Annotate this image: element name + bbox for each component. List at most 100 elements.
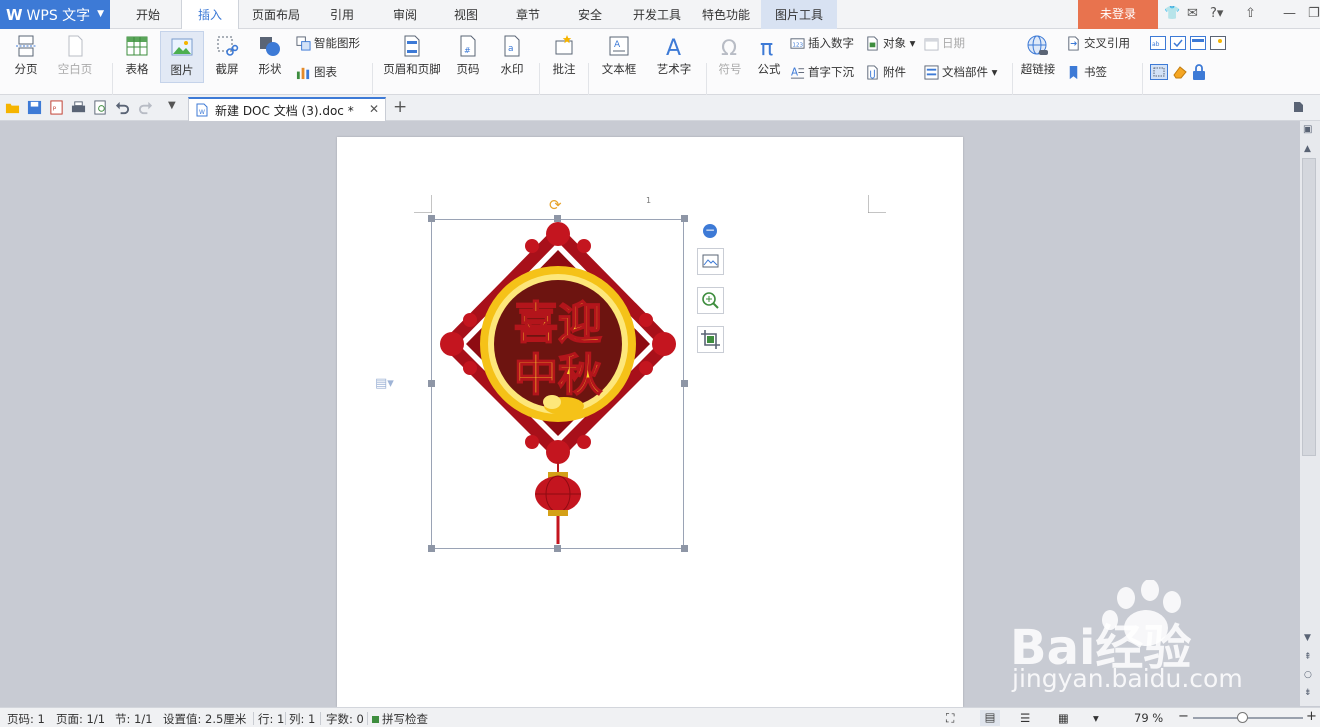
- resize-handle-bottom-left[interactable]: [428, 545, 435, 552]
- status-word-count[interactable]: 字数: 0: [326, 711, 364, 727]
- page-break-button[interactable]: 分页: [6, 31, 46, 77]
- zoom-in-icon[interactable]: +: [1306, 709, 1317, 724]
- upload-icon[interactable]: ⇧: [1245, 6, 1256, 21]
- cross-ref-button[interactable]: 交叉引用: [1066, 35, 1130, 51]
- paragraph-layout-icon[interactable]: ▤▾: [375, 376, 394, 391]
- resize-handle-top[interactable]: [554, 215, 561, 222]
- form-shading-icon[interactable]: [1150, 64, 1168, 80]
- tab-picture-tools[interactable]: 图片工具: [761, 0, 837, 29]
- insert-number-button[interactable]: 123 插入数字: [790, 35, 854, 51]
- drop-cap-button[interactable]: A 首字下沉: [790, 64, 854, 80]
- zoom-slider-knob[interactable]: [1237, 712, 1248, 723]
- attachment-button[interactable]: 附件: [865, 64, 906, 80]
- redo-icon[interactable]: [138, 100, 153, 115]
- tab-features[interactable]: 特色功能: [695, 0, 757, 29]
- print-preview-icon[interactable]: [93, 100, 108, 115]
- resize-handle-bottom-right[interactable]: [681, 545, 688, 552]
- tab-section[interactable]: 章节: [504, 0, 552, 29]
- save-icon[interactable]: [27, 100, 42, 115]
- document-tab[interactable]: W 新建 DOC 文档 (3).doc * ✕: [188, 97, 386, 121]
- full-screen-icon[interactable]: ⛶: [946, 711, 954, 726]
- rotate-handle-icon[interactable]: ⟳: [549, 196, 562, 214]
- open-folder-icon[interactable]: [5, 100, 20, 115]
- smart-art-button[interactable]: 智能图形: [296, 35, 360, 51]
- lock-icon[interactable]: [1192, 64, 1206, 80]
- undo-icon[interactable]: [115, 100, 130, 115]
- restore-icon[interactable]: ❐: [1308, 6, 1320, 21]
- export-pdf-icon[interactable]: P: [49, 100, 64, 115]
- object-button[interactable]: 对象 ▾: [865, 35, 915, 51]
- zoom-slider[interactable]: [1193, 717, 1303, 719]
- tab-security[interactable]: 安全: [566, 0, 614, 29]
- scroll-down-icon[interactable]: ▼: [1304, 633, 1311, 643]
- tab-references[interactable]: 引用: [318, 0, 366, 29]
- select-browse-object-icon[interactable]: ○: [1304, 670, 1312, 680]
- login-button[interactable]: 未登录: [1078, 0, 1158, 29]
- minimize-icon[interactable]: —: [1283, 6, 1296, 21]
- previous-page-icon[interactable]: ⇞: [1304, 652, 1312, 662]
- tab-insert[interactable]: 插入: [181, 0, 239, 30]
- resize-handle-right[interactable]: [681, 380, 688, 387]
- skin-shirt-icon[interactable]: 👕: [1164, 6, 1180, 21]
- status-pages[interactable]: 页面: 1/1: [56, 711, 105, 727]
- zoom-level[interactable]: 79 %: [1134, 711, 1163, 725]
- resize-handle-bottom[interactable]: [554, 545, 561, 552]
- status-page[interactable]: 页码: 1: [7, 711, 45, 727]
- picture-button[interactable]: 图片: [160, 31, 204, 83]
- page-view-icon[interactable]: ▤: [980, 710, 1000, 726]
- word-art-button[interactable]: A 艺术字: [648, 31, 700, 77]
- symbol-button[interactable]: Ω 符号: [710, 31, 750, 77]
- tab-home[interactable]: 开始: [128, 0, 168, 29]
- spell-check-toggle[interactable]: 拼写检查: [372, 711, 428, 727]
- form-textbox-icon[interactable]: ab: [1150, 36, 1166, 50]
- date-button[interactable]: 日期: [924, 35, 965, 51]
- chart-button[interactable]: 图表: [296, 64, 337, 80]
- doc-side-icon[interactable]: [1292, 101, 1304, 113]
- zoom-out-icon[interactable]: −: [1178, 709, 1189, 724]
- tab-review[interactable]: 审阅: [381, 0, 429, 29]
- scrollbar-thumb[interactable]: [1302, 158, 1316, 456]
- customize-toolbar-icon[interactable]: ▼: [168, 100, 176, 111]
- split-view-icon[interactable]: ▣: [1303, 124, 1312, 135]
- doc-parts-button[interactable]: 文档部件 ▾: [924, 64, 997, 80]
- chat-icon[interactable]: ✉: [1187, 6, 1198, 21]
- eraser-icon[interactable]: [1172, 65, 1188, 79]
- hyperlink-button[interactable]: 超链接: [1016, 31, 1060, 77]
- next-page-icon[interactable]: ⇟: [1304, 688, 1312, 698]
- print-icon[interactable]: [71, 100, 86, 115]
- wps-app-menu-button[interactable]: W WPS 文字 ▼: [0, 0, 110, 29]
- outline-view-icon[interactable]: ☰: [1020, 711, 1030, 725]
- bookmark-button[interactable]: 书签: [1066, 64, 1107, 80]
- comment-button[interactable]: 批注: [546, 31, 582, 77]
- collapse-toolbar-icon[interactable]: −: [703, 224, 717, 238]
- tab-view[interactable]: 视图: [442, 0, 490, 29]
- equation-button[interactable]: π 公式: [752, 31, 786, 77]
- status-section[interactable]: 节: 1/1: [115, 711, 153, 727]
- close-tab-icon[interactable]: ✕: [369, 102, 379, 116]
- page-number-button[interactable]: # 页码: [448, 31, 488, 77]
- resize-handle-top-left[interactable]: [428, 215, 435, 222]
- shapes-button[interactable]: 形状: [250, 31, 290, 77]
- web-view-icon[interactable]: ▦: [1058, 711, 1069, 725]
- table-button[interactable]: 表格: [118, 31, 156, 77]
- screenshot-button[interactable]: 截屏: [206, 31, 248, 77]
- watermark-button[interactable]: a 水印: [492, 31, 532, 77]
- status-setting[interactable]: 设置值: 2.5厘米: [163, 711, 246, 727]
- form-checkbox-icon[interactable]: [1170, 36, 1186, 50]
- form-dropdown-icon[interactable]: [1190, 36, 1206, 50]
- new-tab-icon[interactable]: +: [393, 97, 407, 117]
- textbox-button[interactable]: A 文本框: [594, 31, 644, 77]
- zoom-preview-button[interactable]: [697, 287, 724, 314]
- help-icon[interactable]: ?▾: [1210, 6, 1223, 21]
- reading-mode-icon[interactable]: ▾: [1093, 711, 1099, 725]
- resize-handle-left[interactable]: [428, 380, 435, 387]
- scroll-up-icon[interactable]: ▲: [1304, 144, 1311, 154]
- layout-options-button[interactable]: [697, 248, 724, 275]
- tab-page-layout[interactable]: 页面布局: [245, 0, 307, 29]
- blank-page-button[interactable]: 空白页: [52, 31, 98, 77]
- form-picture-icon[interactable]: [1210, 36, 1226, 50]
- tab-developer[interactable]: 开发工具: [626, 0, 688, 29]
- crop-button[interactable]: [697, 326, 724, 353]
- resize-handle-top-right[interactable]: [681, 215, 688, 222]
- header-footer-button[interactable]: 页眉和页脚: [380, 31, 444, 77]
